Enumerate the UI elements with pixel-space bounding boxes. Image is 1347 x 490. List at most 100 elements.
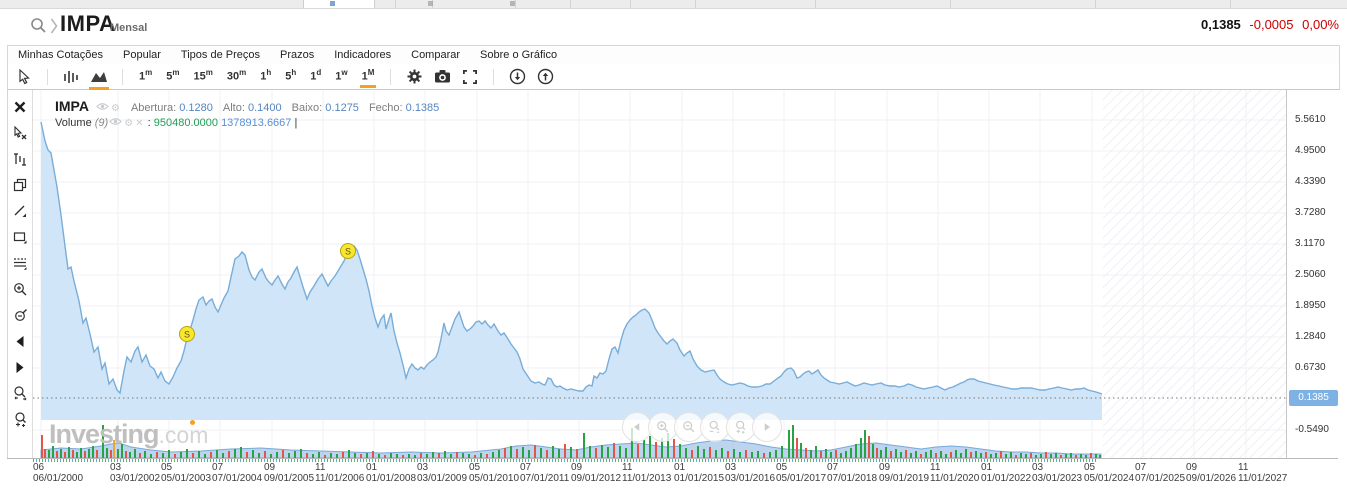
fullscreen-icon[interactable] bbox=[460, 68, 480, 86]
pan-left-icon[interactable] bbox=[8, 328, 32, 354]
interval-1M[interactable]: 1M bbox=[359, 68, 377, 88]
volume-bar bbox=[48, 450, 50, 458]
y-axis-label: 2.5060 bbox=[1295, 269, 1326, 280]
volume-bar bbox=[546, 450, 548, 458]
volume-bar bbox=[855, 444, 857, 458]
low-value: 0.1275 bbox=[325, 102, 359, 114]
menu-item-popular[interactable]: Popular bbox=[113, 49, 171, 61]
x-axis-month-label: 05 bbox=[776, 462, 788, 473]
close-icon[interactable] bbox=[8, 94, 32, 120]
volume-bar bbox=[619, 446, 621, 458]
panel-collapse-icon[interactable] bbox=[50, 18, 58, 39]
x-axis-month-label: 01 bbox=[366, 462, 378, 473]
menu-item-prazos[interactable]: Prazos bbox=[270, 49, 324, 61]
menu-item-indicadores[interactable]: Indicadores bbox=[324, 49, 401, 61]
x-axis-date-label: 05/01/2010 bbox=[469, 473, 520, 484]
download-icon[interactable] bbox=[507, 68, 527, 86]
rectangle-icon[interactable] bbox=[8, 224, 32, 250]
interval-1h[interactable]: 1h bbox=[260, 68, 271, 85]
search-icon[interactable] bbox=[30, 17, 47, 39]
volume-bar bbox=[300, 449, 302, 458]
x-axis-month-label: 03 bbox=[110, 462, 122, 473]
volume-bar bbox=[504, 448, 506, 458]
volume-bar bbox=[691, 450, 693, 458]
watermark-brand: Investing bbox=[49, 419, 160, 449]
eye-icon[interactable] bbox=[109, 118, 123, 129]
interval-1m[interactable]: 1m bbox=[139, 68, 152, 85]
volume-bar bbox=[727, 451, 729, 458]
volume-bar bbox=[595, 448, 597, 458]
volume-bar bbox=[56, 451, 58, 458]
volume-bar bbox=[905, 450, 907, 458]
zoom-out-icon[interactable] bbox=[8, 302, 32, 328]
price-change: -0,0005 bbox=[1249, 17, 1294, 32]
volume-bar bbox=[745, 450, 747, 458]
close-value: 0.1385 bbox=[405, 102, 440, 114]
cursor-delete-icon[interactable] bbox=[8, 120, 32, 146]
volume-colon: : bbox=[147, 117, 151, 129]
gear-icon-small[interactable]: ⚙ bbox=[111, 103, 120, 114]
price-plot[interactable]: SS IMPA ⚙ Abertura: 0.1280 Alto: 0.1400 Baix… bbox=[33, 90, 1286, 458]
upload-icon[interactable] bbox=[535, 68, 555, 86]
close-icon-small[interactable]: ✕ bbox=[135, 118, 143, 129]
area-chart-icon[interactable] bbox=[89, 68, 109, 90]
x-axis-date-label: 03/01/2009 bbox=[417, 473, 468, 484]
chart-widget: IMPA Mensal 0,1385 -0,0005 0,00% Minhas … bbox=[0, 0, 1347, 490]
x-axis-month-label: 07 bbox=[520, 462, 532, 473]
interval-30m[interactable]: 30m bbox=[227, 68, 246, 85]
x-axis-date-label: 11/01/2020 bbox=[930, 473, 980, 484]
interval-1d[interactable]: 1d bbox=[310, 68, 321, 85]
menu-item-minhas-cota-es[interactable]: Minhas Cotações bbox=[8, 49, 113, 61]
x-axis-date-label: 11/01/2006 bbox=[315, 473, 365, 484]
y-axis-label: 4.3390 bbox=[1295, 176, 1326, 187]
pan-right-icon[interactable] bbox=[8, 354, 32, 380]
volume-bar bbox=[649, 436, 651, 458]
menu-item-sobre-o-gr-fico[interactable]: Sobre o Gráfico bbox=[470, 49, 567, 61]
gear-icon[interactable] bbox=[404, 68, 424, 86]
zoom-reset-icon[interactable] bbox=[8, 406, 32, 432]
zoom-in-icon[interactable] bbox=[8, 276, 32, 302]
x-axis-month-label: 05 bbox=[161, 462, 173, 473]
x-axis-date-label: 03/01/2023 bbox=[1032, 473, 1083, 484]
volume-bar bbox=[685, 448, 687, 458]
bars-chart-icon[interactable] bbox=[61, 68, 81, 86]
x-axis-date-label: 07/01/2004 bbox=[212, 473, 263, 484]
interval-1w[interactable]: 1w bbox=[335, 68, 347, 85]
timeframe-label: Mensal bbox=[110, 22, 148, 34]
volume-end-bar: | bbox=[294, 117, 298, 129]
interval-5m[interactable]: 5m bbox=[166, 68, 179, 85]
interval-5h[interactable]: 5h bbox=[285, 68, 296, 85]
camera-icon[interactable] bbox=[432, 68, 452, 86]
eye-icon[interactable] bbox=[96, 103, 109, 114]
measure-icon[interactable] bbox=[8, 146, 32, 172]
x-axis-month-label: 07 bbox=[827, 462, 839, 473]
y-axis[interactable]: 5.5610 4.9500 4.3390 3.7280 3.1170 2.5060 1.89… bbox=[1286, 90, 1340, 458]
cursor-icon[interactable] bbox=[14, 68, 34, 86]
last-price: 0,1385 bbox=[1201, 17, 1241, 32]
volume-bar bbox=[805, 448, 807, 458]
copy-icon[interactable] bbox=[8, 172, 32, 198]
fib-lines-icon[interactable] bbox=[8, 250, 32, 276]
low-label: Baixo: bbox=[291, 102, 323, 114]
volume-bar bbox=[110, 450, 112, 458]
signal-marker[interactable]: S bbox=[340, 243, 356, 259]
volume-bar bbox=[697, 446, 699, 458]
volume-bar bbox=[44, 449, 46, 458]
current-price-tag: 0.1385 bbox=[1289, 390, 1338, 406]
zoom-pan-icon[interactable] bbox=[8, 380, 32, 406]
interval-15m[interactable]: 15m bbox=[194, 68, 213, 85]
volume-bar bbox=[625, 448, 627, 458]
volume-bar bbox=[540, 448, 542, 458]
chart-nav-pan-right-button[interactable] bbox=[752, 412, 782, 442]
browser-active-tab[interactable] bbox=[303, 0, 375, 8]
y-axis-label: 0.6730 bbox=[1295, 362, 1326, 373]
trendline-icon[interactable] bbox=[8, 198, 32, 224]
volume-bar bbox=[252, 450, 254, 458]
strip-divider bbox=[630, 0, 631, 8]
x-axis[interactable]: 06 06/01/2000 03 03/01/2002 05 05/01/2003 07 07… bbox=[7, 458, 1338, 490]
menu-item-tipos-de-pre-os[interactable]: Tipos de Preços bbox=[171, 49, 270, 61]
menu-item-comparar[interactable]: Comparar bbox=[401, 49, 470, 61]
signal-marker[interactable]: S bbox=[179, 326, 195, 342]
open-label: Abertura: bbox=[130, 102, 177, 114]
gear-icon-small[interactable]: ⚙ bbox=[124, 118, 133, 129]
